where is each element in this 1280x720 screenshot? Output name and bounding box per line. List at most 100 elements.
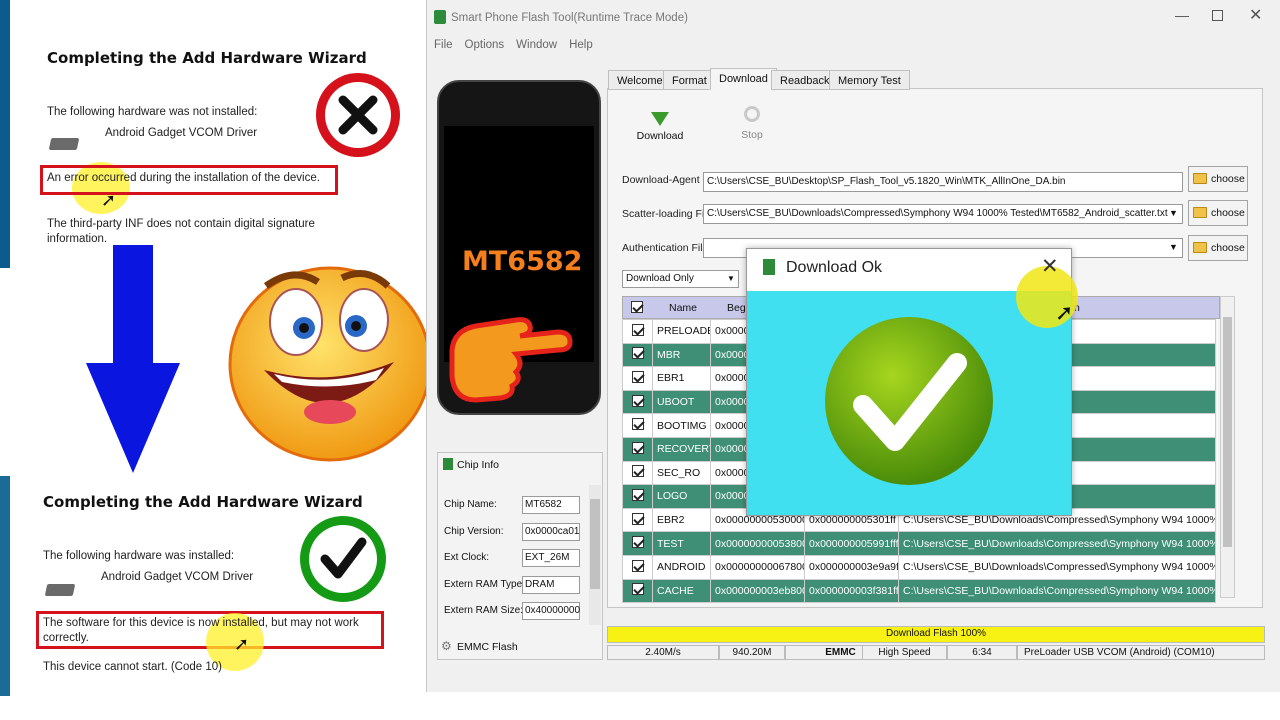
scatter-field[interactable]: C:\Users\CSE_BU\Downloads\Compressed\Sym… [703,204,1183,224]
menu-bar: File Options Window Help [434,39,605,51]
row-checkbox[interactable] [631,418,644,431]
menu-help[interactable]: Help [569,39,593,51]
row-checkbox[interactable] [631,441,644,454]
stop-label: Stop [741,129,763,141]
folder-icon [1193,242,1207,253]
cell-name: BOOTIMG [652,413,711,438]
table-row[interactable]: CACHE0x000000003eb800000x000000003f381ff… [622,578,1216,604]
maximize-button[interactable] [1212,10,1223,21]
close-button[interactable]: ✕ [1249,5,1262,25]
row-checkbox[interactable] [631,559,644,572]
wizard-side-bar [0,476,10,696]
stop-button[interactable]: Stop [730,104,774,146]
status-speed-mode: High Speed [862,645,947,660]
choose-scatter-button[interactable]: choose [1188,200,1248,226]
choose-label: choose [1211,173,1245,185]
status-time: 6:34 [947,645,1017,660]
row-checkbox[interactable] [631,323,644,336]
code-text: This device cannot start. (Code 10) [43,661,222,673]
device-icon [48,138,80,150]
choose-label: choose [1211,207,1245,219]
cell-name: EBR2 [652,507,711,533]
download-agent-field[interactable]: C:\Users\CSE_BU\Desktop\SP_Flash_Tool_v5… [703,172,1183,192]
auth-label: Authentication File [622,242,709,254]
wizard-success-panel: Completing the Add Hardware Wizard The f… [0,476,422,696]
wizard-error-panel: Completing the Add Hardware Wizard The f… [0,0,422,268]
cell-location: C:\Users\CSE_BU\Downloads\Compressed\Sym… [898,531,1216,556]
table-scrollbar[interactable] [1220,296,1235,598]
chip-info-scrollbar[interactable] [589,485,601,625]
minimize-button[interactable]: — [1175,7,1189,23]
mode-select[interactable]: Download Only [622,270,739,288]
row-checkbox[interactable] [631,536,644,549]
phone-chip-label: MT6582 [462,246,583,277]
cell-name: LOGO [652,484,711,509]
chip-info-icon [443,458,453,470]
cell-name: TEST [652,531,711,556]
status-port: PreLoader USB VCOM (Android) (COM10) [1017,645,1265,660]
cell-name: CACHE [652,578,711,604]
chip-info-key: Chip Name: [444,499,497,510]
cell-end: 0x000000003e9a9fff [804,554,899,580]
cell-name: SEC_RO [652,460,711,486]
header-begin: Beg [727,302,746,314]
cell-location: C:\Users\CSE_BU\Downloads\Compressed\Sym… [898,554,1216,580]
chip-info-title: Chip Info [457,459,500,471]
row-checkbox[interactable] [631,465,644,478]
choose-auth-button[interactable]: choose [1188,235,1248,261]
cursor-icon: ➚ [234,634,250,654]
pointing-hand-icon [449,317,573,403]
success-check-icon [300,516,386,602]
menu-file[interactable]: File [434,39,453,51]
chip-info-key: Extern RAM Type: [444,578,525,590]
tab-memory-test[interactable]: Memory Test [829,70,910,90]
installed-text: The following hardware was installed: [43,550,235,562]
chip-info-key: Ext Clock: [444,552,490,563]
row-checkbox[interactable] [631,347,644,360]
error-text: An error occurred during the installatio… [47,172,320,184]
row-checkbox[interactable] [631,370,644,383]
chip-info-value: 0x40000000 [522,602,580,620]
menu-options[interactable]: Options [465,39,505,51]
cell-begin: 0x0000000005380000 [710,531,805,556]
wizard-side-bar [0,0,10,268]
error-detail: The third-party INF does not contain dig… [47,218,315,245]
progress-label: Download Flash 100% [885,628,987,639]
folder-icon [1193,173,1207,184]
chip-info-value: MT6582 [522,496,580,514]
success-message: The software for this device is now inst… [43,617,359,644]
row-checkbox[interactable] [631,488,644,501]
row-checkbox[interactable] [631,512,644,525]
table-row[interactable]: ANDROID0x00000000067800000x000000003e9a9… [622,554,1216,580]
smiley-emoji-icon [228,266,432,462]
cell-name: ANDROID [652,554,711,580]
cell-end: 0x000000005991fff [804,531,899,556]
choose-da-button[interactable]: choose [1188,166,1248,192]
dialog-close-icon[interactable]: ✕ [1041,254,1059,279]
cell-name: MBR [652,342,711,368]
chevron-down-icon[interactable]: ▼ [1169,208,1178,218]
download-button[interactable]: Download [636,104,684,146]
down-arrow-icon [86,245,180,473]
cell-begin: 0x000000003eb80000 [710,578,805,604]
tab-format[interactable]: Format [663,70,716,90]
stop-icon [744,106,760,122]
wizard-title: Completing the Add Hardware Wizard [43,493,363,511]
row-checkbox[interactable] [631,583,644,596]
scatter-label: Scatter-loading File [622,208,713,220]
chevron-down-icon[interactable]: ▼ [1169,242,1178,252]
cell-end: 0x000000003f381fff [804,578,899,604]
wizard-title: Completing the Add Hardware Wizard [47,49,367,67]
cursor-icon: ➚ [1055,300,1074,325]
download-arrow-icon [651,112,669,126]
chip-info-key: Chip Version: [444,525,504,537]
header-checkbox[interactable] [631,301,643,316]
row-checkbox[interactable] [631,394,644,407]
tab-download[interactable]: Download [710,68,777,90]
cell-begin: 0x0000000006780000 [710,554,805,580]
status-speed: 2.40M/s [607,645,719,660]
table-row[interactable]: TEST0x00000000053800000x000000005991fffC… [622,531,1216,556]
folder-icon [1193,207,1207,218]
chevron-down-icon[interactable]: ▼ [727,274,735,283]
menu-window[interactable]: Window [516,39,557,51]
